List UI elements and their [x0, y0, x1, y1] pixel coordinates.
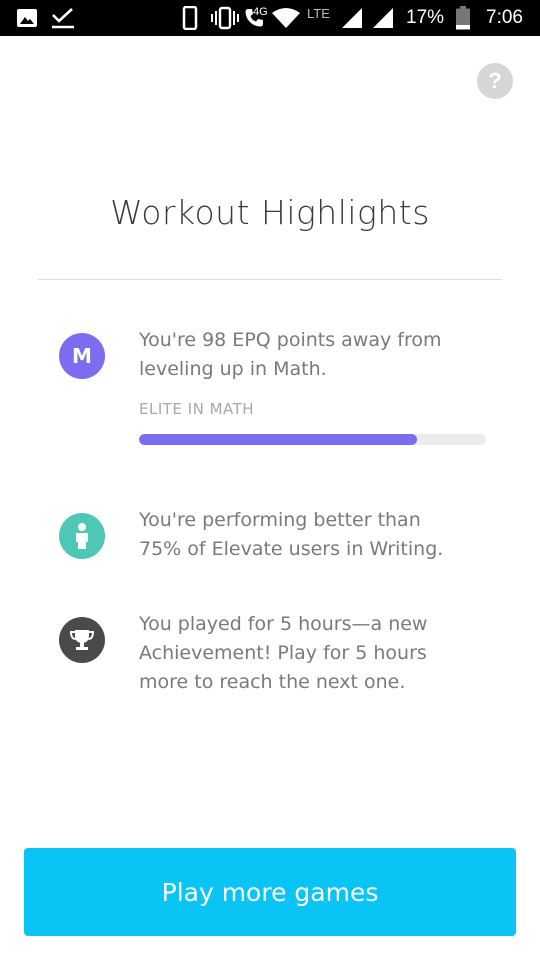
phone-icon	[182, 0, 198, 36]
network-type-label: 4G	[253, 6, 268, 18]
math-progress-fill	[139, 434, 417, 445]
image-icon	[16, 0, 38, 36]
clock-time: 7:06	[486, 7, 523, 28]
page-title: Workout Highlights	[110, 193, 430, 232]
vibrate-icon	[210, 0, 240, 36]
math-highlight-text: You're 98 EPQ points away from leveling …	[139, 329, 442, 380]
battery-icon	[455, 0, 471, 36]
math-level-label: ELITE IN MATH	[139, 400, 255, 418]
help-button[interactable]: ?	[477, 63, 513, 99]
help-icon: ?	[488, 68, 502, 93]
writing-highlight-text: You're performing better than 75% of Ele…	[139, 509, 444, 560]
status-bar: 4G LTE 17% 7:06	[0, 0, 540, 36]
battery-percent: 17%	[406, 7, 445, 28]
check-icon	[50, 0, 76, 36]
wifi-icon	[271, 0, 301, 36]
math-badge-letter: M	[72, 344, 92, 368]
trophy-icon	[59, 617, 105, 663]
math-badge-icon: M	[59, 333, 105, 379]
divider	[38, 279, 502, 280]
person-icon	[59, 513, 105, 559]
achievement-highlight-text: You played for 5 hours—a new Achievement…	[139, 613, 428, 693]
play-more-games-button[interactable]: Play more games	[24, 848, 516, 936]
signal-icon	[371, 0, 395, 36]
signal-icon	[340, 0, 364, 36]
lte-label: LTE	[307, 5, 330, 21]
math-progress-bar	[139, 434, 486, 445]
